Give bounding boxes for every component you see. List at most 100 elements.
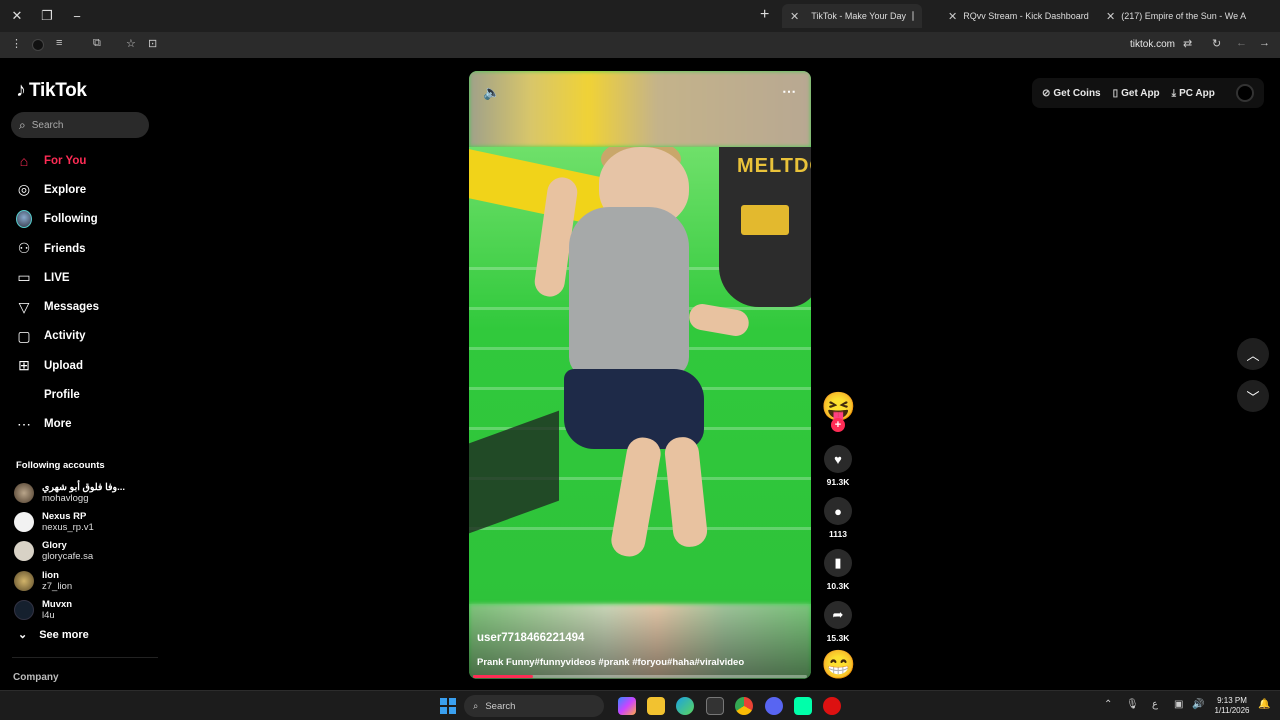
browser-tab-bar: ✕ ❐ − + ✕ TikTok - Make Your Day ✕ RQvv … <box>0 0 1280 32</box>
volume-icon[interactable]: 🔈 <box>483 84 500 101</box>
media-icon[interactable]: ≡ <box>56 37 62 49</box>
close-tab-icon[interactable]: ✕ <box>790 10 799 23</box>
close-tab-icon[interactable]: ✕ <box>1106 10 1115 23</box>
account-display-name: Nexus RP <box>42 510 87 522</box>
language-indicator-icon[interactable]: ع <box>1152 699 1158 710</box>
back-arrow-icon[interactable]: ← <box>1236 37 1247 49</box>
chevron-down-icon: ﹀ <box>1246 389 1260 405</box>
nav-messages[interactable]: ▽ Messages <box>0 292 160 321</box>
machine-label: MELTDO <box>737 155 811 177</box>
comment-button[interactable]: ● 1113 <box>823 497 853 539</box>
search-box[interactable]: ⌕ <box>11 112 149 138</box>
nav-label: Upload <box>44 359 83 372</box>
taskbar-clock[interactable]: 9:13 PM 1/11/2026 <box>1210 696 1254 716</box>
like-button[interactable]: ♥ 91.3K <box>823 445 853 487</box>
nav-more[interactable]: ⋯ More <box>0 410 160 439</box>
activity-icon: ▢ <box>17 327 31 344</box>
notification-bell-icon[interactable]: 🔔 <box>1258 699 1270 710</box>
account-handle: mohavlogg <box>42 492 89 504</box>
windows-start-icon[interactable] <box>440 698 456 714</box>
nav-activity[interactable]: ▢ Activity <box>0 322 160 351</box>
window-controls: ✕ ❐ − <box>0 8 100 24</box>
tab-youtube[interactable]: ✕ (217) Empire of the Sun - We A <box>1098 4 1252 28</box>
bookmark-icon[interactable]: ▮ <box>824 549 852 577</box>
nav-profile[interactable]: Profile <box>0 380 160 409</box>
main-nav: ⌂ For You ◎ Explore Following ⚇ Friends … <box>0 146 160 439</box>
save-count: 10.3K <box>826 581 850 591</box>
recording-app-icon[interactable] <box>823 697 841 715</box>
tiktok-logo[interactable]: ♪ TikTok <box>16 79 87 102</box>
profile-circle-icon[interactable] <box>32 39 44 51</box>
copilot-icon[interactable] <box>618 697 636 715</box>
next-video-button[interactable]: ﹀ <box>1237 380 1269 412</box>
nav-for-you[interactable]: ⌂ For You <box>0 146 160 175</box>
url-text[interactable]: tiktok.com <box>1130 39 1175 50</box>
avatar <box>14 511 34 532</box>
see-more-button[interactable]: ⌄ See more <box>18 628 89 642</box>
screenshot-icon[interactable]: ⊡ <box>148 37 157 50</box>
taskbar-search[interactable]: ⌕ Search <box>464 695 604 717</box>
tab-kick[interactable]: ✕ RQvv Stream - Kick Dashboard <box>940 4 1090 28</box>
avatar <box>16 210 32 229</box>
video-progress-bar[interactable] <box>473 675 807 678</box>
video-author[interactable]: user7718466221494 <box>477 632 584 644</box>
taskbar-search-label: Search <box>485 700 516 712</box>
file-explorer-icon[interactable] <box>647 697 665 715</box>
microphone-icon[interactable]: 🎙 <box>1126 699 1139 710</box>
previous-video-button[interactable]: ︿ <box>1237 338 1269 370</box>
tab-tiktok[interactable]: ✕ TikTok - Make Your Day <box>782 4 922 28</box>
search-input[interactable] <box>31 119 132 131</box>
close-window-icon[interactable]: ✕ <box>9 8 25 24</box>
new-tab-button[interactable]: + <box>760 6 769 24</box>
company-link[interactable]: Company <box>13 672 59 683</box>
minimize-window-icon[interactable]: − <box>69 9 85 24</box>
nav-following[interactable]: Following <box>0 205 160 234</box>
app-icon[interactable] <box>794 697 812 715</box>
share-icon[interactable]: ➦ <box>824 601 852 629</box>
chevron-up-icon: ︿ <box>1246 347 1260 363</box>
account-handle: glorycafe.sa <box>42 551 94 563</box>
avatar[interactable] <box>1236 84 1254 102</box>
heart-icon[interactable]: ♥ <box>824 445 852 473</box>
extensions-icon[interactable]: ⧉ <box>93 37 101 50</box>
site-settings-icon[interactable]: ⇄ <box>1183 37 1192 50</box>
music-disc[interactable]: 😁 <box>821 648 856 682</box>
list-item[interactable]: lion z7_lion <box>14 566 160 595</box>
store-icon[interactable] <box>706 697 724 715</box>
account-display-name: Muvxn <box>42 598 73 610</box>
network-icon[interactable]: ▣ <box>1174 699 1183 710</box>
close-tab-icon[interactable]: ✕ <box>948 10 957 23</box>
edge-icon[interactable] <box>676 697 694 715</box>
account-handle: l4u <box>42 609 55 621</box>
nav-explore[interactable]: ◎ Explore <box>0 175 160 204</box>
speaker-icon[interactable]: 🔊 <box>1192 699 1204 710</box>
more-options-icon[interactable]: ⋯ <box>782 83 797 100</box>
save-button[interactable]: ▮ 10.3K <box>823 549 853 591</box>
share-button[interactable]: ➦ 15.3K <box>823 601 853 643</box>
reload-icon[interactable]: ↻ <box>1212 37 1221 50</box>
forward-arrow-icon[interactable]: → <box>1259 37 1270 49</box>
share-count: 15.3K <box>826 633 850 643</box>
list-item[interactable]: وفا فلوق أبو شهري... mohavlogg <box>14 478 160 507</box>
comment-icon[interactable]: ● <box>824 497 852 525</box>
menu-dots-icon[interactable]: ⋮ <box>11 37 22 50</box>
list-item[interactable]: Glory glorycafe.sa <box>14 537 160 566</box>
video-top-blur <box>469 71 811 147</box>
tiktok-logo-icon <box>911 11 914 21</box>
discord-icon[interactable] <box>765 697 783 715</box>
pc-app-button[interactable]: ⤓ PC App <box>1172 88 1215 99</box>
tray-chevron-up-icon[interactable]: ⌃ <box>1104 699 1112 710</box>
nav-friends[interactable]: ⚇ Friends <box>0 234 160 263</box>
nav-upload[interactable]: ⊞ Upload <box>0 351 160 380</box>
avatar <box>14 570 34 591</box>
nav-live[interactable]: ▭ LIVE <box>0 263 160 292</box>
chrome-icon[interactable] <box>735 697 753 715</box>
list-item[interactable]: Nexus RP nexus_rp.v1 <box>14 507 160 536</box>
restore-window-icon[interactable]: ❐ <box>39 8 55 24</box>
bookmark-star-icon[interactable]: ☆ <box>126 37 136 50</box>
get-app-button[interactable]: ▯ Get App <box>1113 88 1160 99</box>
list-item[interactable]: Muvxn l4u <box>14 595 160 624</box>
follow-plus-icon[interactable]: + <box>831 418 845 432</box>
video-player[interactable]: MELTDO 🔈 ⋯ user7718466221494 Prank Funny… <box>469 71 811 679</box>
get-coins-button[interactable]: ⊘ Get Coins <box>1042 88 1101 99</box>
